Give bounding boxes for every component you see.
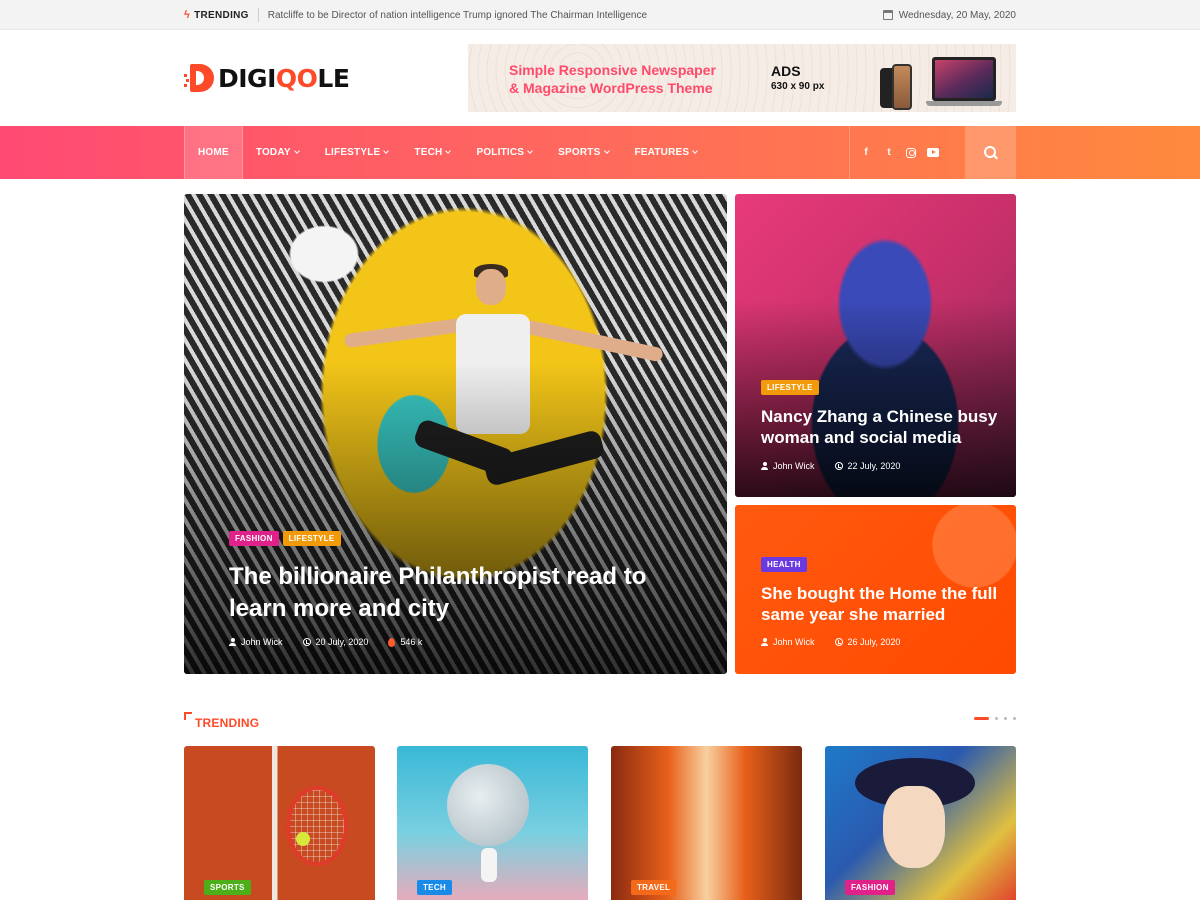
chevron-down-icon — [293, 148, 300, 154]
user-icon — [761, 462, 768, 470]
person-image — [476, 269, 506, 305]
carousel-pagination — [974, 717, 1016, 720]
bolt-icon: ϟ — [184, 9, 191, 21]
trending-card[interactable]: TECH — [397, 746, 588, 900]
featured-main-card[interactable]: FASHION LIFESTYLE The billionaire Philan… — [184, 194, 727, 674]
featured-side-card[interactable]: LIFESTYLE Nancy Zhang a Chinese busy wom… — [735, 194, 1016, 497]
nav-item-sports[interactable]: SPORTS — [545, 126, 621, 179]
category-badge-health[interactable]: HEALTH — [761, 557, 807, 572]
category-badge-lifestyle[interactable]: LIFESTYLE — [282, 531, 341, 546]
laptop-base — [926, 101, 1002, 106]
logo-mark-icon — [184, 62, 216, 94]
top-bar: ϟ TRENDING Ratcliffe to be Director of n… — [0, 0, 1200, 30]
instagram-icon[interactable] — [906, 147, 916, 158]
image-overlay — [184, 362, 727, 674]
logo-text: DIGIQOLE — [218, 63, 350, 93]
featured-side-title[interactable]: Nancy Zhang a Chinese busy woman and soc… — [761, 406, 1001, 448]
person-image — [343, 317, 465, 349]
category-badges: HEALTH — [761, 557, 807, 572]
carousel-dot[interactable] — [974, 717, 989, 720]
nav-item-features[interactable]: FEATURES — [622, 126, 711, 179]
trending-card[interactable]: TRAVEL — [611, 746, 802, 900]
author-name[interactable]: John Wick — [773, 461, 815, 471]
chevron-down-icon — [383, 148, 390, 154]
ad-title: Simple Responsive Newspaper & Magazine W… — [509, 62, 716, 96]
phone-image — [892, 64, 912, 110]
person-image — [524, 319, 664, 363]
tennis-racket-image — [286, 786, 348, 866]
facebook-icon[interactable]: f — [860, 147, 872, 158]
ad-size: 630 x 90 px — [771, 81, 825, 92]
twitter-icon[interactable]: t — [883, 147, 895, 158]
face-illustration — [883, 786, 945, 868]
nav-item-tech[interactable]: TECH — [401, 126, 463, 179]
author-name[interactable]: John Wick — [773, 637, 815, 647]
category-badge-travel[interactable]: TRAVEL — [631, 880, 677, 895]
user-icon — [761, 638, 768, 646]
nav-item-politics[interactable]: POLITICS — [463, 126, 545, 179]
laptop-image — [932, 57, 996, 101]
trending-card[interactable]: FASHION — [825, 746, 1016, 900]
category-badge-fashion[interactable]: FASHION — [845, 880, 895, 895]
post-date: 26 July, 2020 — [847, 637, 901, 647]
clock-icon — [834, 462, 843, 470]
nav-item-lifestyle[interactable]: LIFESTYLE — [312, 126, 402, 179]
youtube-icon[interactable] — [927, 148, 939, 157]
section-title: TRENDING — [195, 716, 260, 730]
featured-main-title[interactable]: The billionaire Philanthropist read to l… — [229, 561, 659, 625]
author-name[interactable]: John Wick — [241, 637, 283, 647]
main-navigation: HOME TODAY LIFESTYLE TECH POLITICS SPORT… — [0, 126, 1200, 179]
clock-icon — [834, 638, 843, 646]
category-badge-fashion[interactable]: FASHION — [229, 531, 279, 546]
search-icon — [983, 145, 998, 160]
category-badges: LIFESTYLE — [761, 380, 819, 395]
search-button[interactable] — [965, 126, 1016, 179]
tennis-ball-image — [296, 832, 310, 846]
chevron-down-icon — [445, 148, 452, 154]
post-meta: John Wick 26 July, 2020 — [761, 637, 920, 647]
category-badges: FASHION LIFESTYLE — [229, 531, 341, 546]
calendar-icon — [882, 10, 893, 20]
ad-label: ADS — [771, 63, 801, 79]
category-badge-sports[interactable]: SPORTS — [204, 880, 251, 895]
post-meta: John Wick 22 July, 2020 — [761, 461, 920, 471]
category-badge-lifestyle[interactable]: LIFESTYLE — [761, 380, 819, 395]
trending-card[interactable]: SPORTS — [184, 746, 375, 900]
trending-ticker-text[interactable]: Ratcliffe to be Director of nation intel… — [268, 10, 647, 21]
post-date: 20 July, 2020 — [315, 637, 369, 647]
social-links: f t — [849, 126, 949, 179]
current-date: Wednesday, 20 May, 2020 — [882, 10, 1016, 21]
clock-icon — [302, 638, 311, 646]
category-badge-tech[interactable]: TECH — [417, 880, 452, 895]
user-icon — [229, 638, 236, 646]
trending-label: ϟ TRENDING — [184, 8, 259, 22]
trending-section-header: TRENDING — [184, 712, 1016, 732]
featured-side-title[interactable]: She bought the Home the full same year s… — [761, 583, 1001, 625]
chevron-down-icon — [603, 148, 610, 154]
view-count: 546 k — [400, 637, 423, 647]
nav-item-home[interactable]: HOME — [184, 126, 243, 179]
featured-side-card[interactable]: HEALTH She bought the Home the full same… — [735, 505, 1016, 674]
astronaut-image — [481, 848, 497, 882]
chevron-down-icon — [527, 148, 534, 154]
post-date: 22 July, 2020 — [847, 461, 901, 471]
section-corner-icon — [184, 712, 192, 720]
site-logo[interactable]: DIGIQOLE — [184, 58, 350, 98]
chevron-down-icon — [692, 148, 699, 154]
carousel-dot[interactable] — [1013, 717, 1016, 720]
post-meta: John Wick 20 July, 2020 546 k — [229, 637, 442, 647]
fire-icon — [388, 637, 396, 647]
moon-image — [447, 764, 529, 846]
carousel-dot[interactable] — [995, 717, 998, 720]
nav-item-today[interactable]: TODAY — [243, 126, 312, 179]
carousel-dot[interactable] — [1004, 717, 1007, 720]
header-ad-banner[interactable]: Simple Responsive Newspaper & Magazine W… — [468, 44, 1016, 112]
